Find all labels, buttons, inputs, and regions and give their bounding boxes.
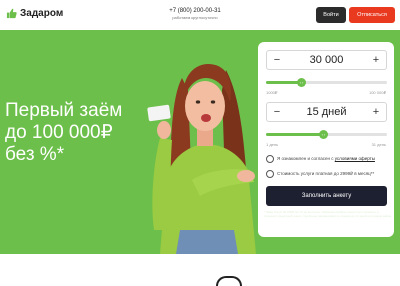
consent-row: Я ознакомлен и согласен с условиями офер…: [266, 155, 392, 163]
amount-stepper: − 30 000 +: [266, 50, 387, 70]
term-max-label: 31 день: [371, 142, 386, 147]
brand-name: Задаром: [20, 8, 64, 19]
amount-max-label: 100 000₽: [368, 90, 386, 95]
term-min-label: 1 день: [266, 142, 279, 147]
offer-terms-link[interactable]: условиями оферты: [335, 156, 375, 161]
term-slider-thumb[interactable]: ‹ ›: [319, 130, 328, 139]
submit-application-button[interactable]: Заполнить анкету: [266, 186, 387, 206]
term-slider[interactable]: ‹ ›: [266, 130, 387, 139]
paid-service-checkbox[interactable]: [266, 170, 274, 178]
footnote: * Заём бонус 30 000₽ без % до выплаты. З…: [264, 210, 392, 218]
amount-increase-button[interactable]: +: [368, 52, 384, 68]
hero-banner: Первый заём до 100 000₽ без %* − 30 000 …: [0, 30, 400, 254]
hero-title-line-3: без %*: [5, 144, 65, 165]
contact-phone: +7 (800) 200-00-31 работаем круглосуточн…: [158, 8, 232, 20]
amount-slider-fill: [266, 81, 301, 84]
login-button[interactable]: Войти: [316, 7, 346, 23]
thumbs-up-icon: [6, 8, 17, 19]
amount-slider-thumb[interactable]: ‹ ›: [297, 78, 306, 87]
term-decrease-button[interactable]: −: [269, 104, 285, 120]
paid-service-label: Стоимость услуги платная до 2999₽ в меся…: [277, 171, 375, 176]
section-decoration: [216, 276, 242, 286]
amount-value[interactable]: 30 000: [287, 54, 366, 66]
header: Задаром +7 (800) 200-00-31 работаем круг…: [0, 0, 400, 30]
loan-calculator-card: − 30 000 + ‹ › 1000₽ 100 000₽ − 15 дней …: [258, 42, 394, 237]
term-stepper: − 15 дней +: [266, 102, 387, 122]
term-increase-button[interactable]: +: [368, 104, 384, 120]
consent-text: Я ознакомлен и согласен с: [277, 156, 335, 161]
woman-with-card-illustration: [147, 64, 256, 254]
term-slider-fill: [266, 133, 323, 136]
phone-number[interactable]: +7 (800) 200-00-31: [158, 8, 232, 15]
unsubscribe-button[interactable]: Отписаться: [349, 7, 395, 23]
consent-label: Я ознакомлен и согласен с условиями офер…: [277, 156, 375, 162]
hero-title: Первый заём до 100 000₽ без %*: [5, 100, 135, 166]
amount-decrease-button[interactable]: −: [269, 52, 285, 68]
paid-service-row: Стоимость услуги платная до 2999₽ в меся…: [266, 170, 392, 178]
consent-checkbox[interactable]: [266, 155, 274, 163]
phone-hours: работаем круглосуточно: [172, 15, 218, 20]
logo[interactable]: Задаром: [6, 8, 63, 19]
amount-min-label: 1000₽: [266, 90, 278, 95]
term-value[interactable]: 15 дней: [287, 106, 366, 118]
hero-title-line-2: до 100 000₽: [5, 122, 113, 143]
amount-slider[interactable]: ‹ ›: [266, 78, 387, 87]
hero-title-line-1: Первый заём: [5, 100, 123, 121]
